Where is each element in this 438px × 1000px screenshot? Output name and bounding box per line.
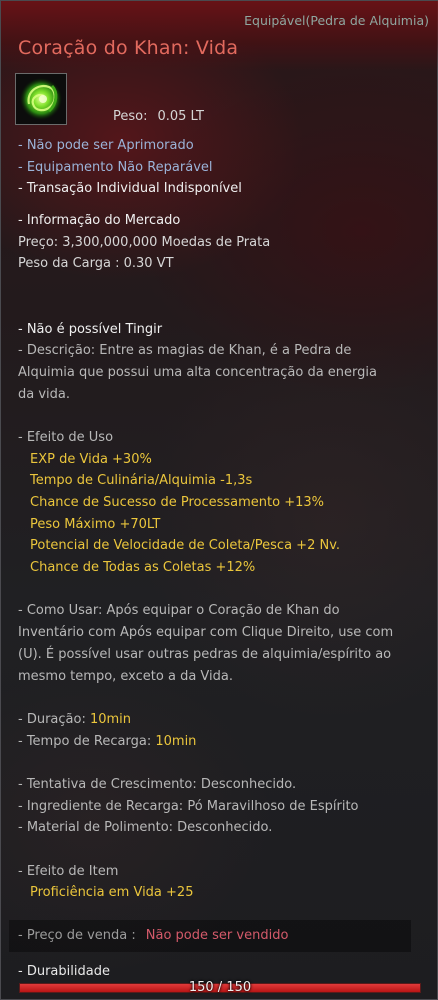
durability-value: 150 / 150 xyxy=(188,980,252,995)
cooldown-label: - Tempo de Recarga: xyxy=(18,733,156,749)
use-effect-item: Chance de Sucesso de Processamento +13% xyxy=(30,495,324,510)
description-line: da vida. xyxy=(18,386,71,402)
how-to-use-line: (U). É possível usar outras pedras de al… xyxy=(18,646,392,662)
use-effect-item: EXP de Vida +30% xyxy=(30,451,152,467)
how-to-use-line: - Como Usar: Após equipar o Coração de K… xyxy=(18,603,340,619)
sale-price-row: - Preço de venda : Não pode ser vendido xyxy=(18,925,288,947)
item-effect-item: Proficiência em Vida +25 xyxy=(30,885,194,901)
green-alchemy-stone-icon[interactable] xyxy=(15,73,67,125)
personal-trade-note: - Transação Individual Indisponível xyxy=(18,181,242,197)
weight-label: Peso: xyxy=(113,109,148,124)
tooltip-body: - Não pode ser Aprimorado - Equipamento … xyxy=(18,135,428,904)
growth-attempt: - Tentativa de Crescimento: Desconhecido… xyxy=(18,776,297,792)
duration-row: - Duração: 10min xyxy=(18,709,428,731)
weight-value: 0.05 LT xyxy=(157,109,204,124)
not-repairable-note: - Equipamento Não Reparável xyxy=(18,159,213,175)
use-effect-item: Chance de Todas as Coletas +12% xyxy=(30,560,256,576)
not-enhanceable-note: - Não pode ser Aprimorado xyxy=(18,138,194,153)
recharge-ingredient: - Ingrediente de Recarga: Pó Maravilhoso… xyxy=(18,798,359,814)
cargo-weight: Peso da Carga : 0.30 VT xyxy=(18,256,174,272)
dye-note: - Não é possível Tingir xyxy=(18,321,163,337)
cooldown-row: - Tempo de Recarga: 10min xyxy=(18,731,428,753)
description-line: - Descrição: Entre as magias de Khan, é … xyxy=(18,343,352,359)
item-weight: Peso: 0.05 LT xyxy=(113,106,204,128)
durability-bar: 150 / 150 xyxy=(19,980,421,995)
duration-value: 10min xyxy=(89,711,132,727)
item-effect-title: - Efeito de Item xyxy=(18,863,119,879)
how-to-use-line: Inventário com Após equipar com Clique D… xyxy=(18,625,394,641)
market-info-title: - Informação do Mercado xyxy=(18,213,181,229)
sale-price-value: Não pode ser vendido xyxy=(145,928,289,943)
item-tooltip: Equipável(Pedra de Alquimia) Coração do … xyxy=(0,0,438,1000)
cooldown-value: 10min xyxy=(155,733,197,749)
use-effect-item: Tempo de Culinária/Alquimia -1,3s xyxy=(30,473,253,489)
description-line: Alquimia que possui uma alta concentraçã… xyxy=(18,364,377,380)
item-name: Coração do Khan: Vida xyxy=(18,37,239,59)
use-effect-item: Peso Máximo +70LT xyxy=(30,516,161,532)
equip-type: Equipável(Pedra de Alquimia) xyxy=(244,13,429,28)
duration-label: - Duração: xyxy=(18,711,90,727)
market-price: Preço: 3,300,000,000 Moedas de Prata xyxy=(18,234,271,250)
how-to-use-line: mesmo tempo, exceto a da Vida. xyxy=(18,668,233,684)
use-effect-title: - Efeito de Uso xyxy=(18,429,114,445)
polish-material: - Material de Polimento: Desconhecido. xyxy=(18,820,273,836)
use-effect-item: Potencial de Velocidade de Coleta/Pesca … xyxy=(30,538,341,554)
sale-price-label: - Preço de venda : xyxy=(18,928,136,943)
